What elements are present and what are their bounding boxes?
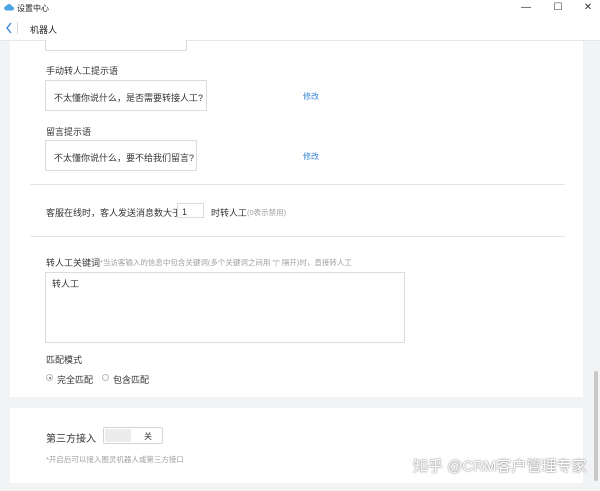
- manual-transfer-edit-link[interactable]: 修改: [303, 91, 319, 102]
- auto-transfer-hint: (0表示禁用): [247, 208, 287, 217]
- page-title: 机器人: [30, 25, 58, 35]
- leave-message-label: 留言提示语: [46, 127, 92, 137]
- page-header: 机器人: [0, 16, 600, 41]
- maximize-button[interactable]: ☐: [550, 1, 566, 15]
- keywords-value: 转人工: [52, 279, 80, 289]
- message-count-value: 1: [182, 207, 188, 217]
- watermark: 知乎 @CRM客户管理专家: [413, 458, 587, 475]
- cloud-icon: [4, 4, 14, 11]
- keywords-label: 转人工关键词: [46, 258, 101, 268]
- minimize-button[interactable]: —: [518, 1, 534, 15]
- window-title: 设置中心: [17, 4, 49, 13]
- leave-message-prompt-text: 不太懂你说什么，要不给我们留言?: [54, 153, 195, 163]
- chevron-left-icon[interactable]: [4, 21, 14, 35]
- auto-transfer-prefix: 客服在线时，客人发送消息数大于: [46, 208, 182, 218]
- leave-message-prompt-box[interactable]: 不太懂你说什么，要不给我们留言?: [45, 140, 197, 171]
- vertical-scrollbar[interactable]: [591, 41, 600, 491]
- leave-message-edit-link[interactable]: 修改: [303, 151, 319, 162]
- contains-match-label: 包含匹配: [113, 375, 150, 385]
- exact-match-label: 完全匹配: [57, 375, 94, 385]
- contains-match-radio[interactable]: [102, 374, 109, 381]
- divider: [17, 22, 18, 34]
- match-mode-label: 匹配模式: [46, 355, 83, 365]
- window-titlebar: 设置中心 — ☐ ✕: [0, 0, 600, 16]
- third-party-hint: *开启后可以接入图灵机器人或第三方接口: [46, 455, 184, 464]
- scrollbar-thumb[interactable]: [594, 371, 598, 481]
- toggle-state-label: 关: [144, 432, 152, 441]
- auto-transfer-suffix: 时转人工: [211, 208, 248, 218]
- message-count-input[interactable]: 1: [177, 203, 204, 218]
- toggle-knob: [105, 429, 131, 442]
- manual-transfer-label: 手动转人工提示语: [46, 66, 119, 76]
- section-divider: [30, 184, 565, 185]
- close-button[interactable]: ✕: [580, 1, 596, 15]
- manual-transfer-prompt-text: 不太懂你说什么，是否需要转接人工?: [54, 93, 204, 103]
- third-party-label: 第三方接入: [46, 434, 96, 445]
- third-party-toggle[interactable]: 关: [103, 427, 163, 444]
- previous-prompt-box[interactable]: [45, 40, 187, 51]
- section-divider: [30, 236, 565, 237]
- keywords-textarea[interactable]: 转人工: [45, 272, 405, 343]
- keywords-hint: *当访客输入的信息中包含关键词(多个关键词之间用 "|" 隔开)时，直接转人工: [100, 258, 352, 267]
- exact-match-radio[interactable]: [46, 374, 53, 381]
- manual-transfer-prompt-box[interactable]: 不太懂你说什么，是否需要转接人工?: [45, 80, 207, 111]
